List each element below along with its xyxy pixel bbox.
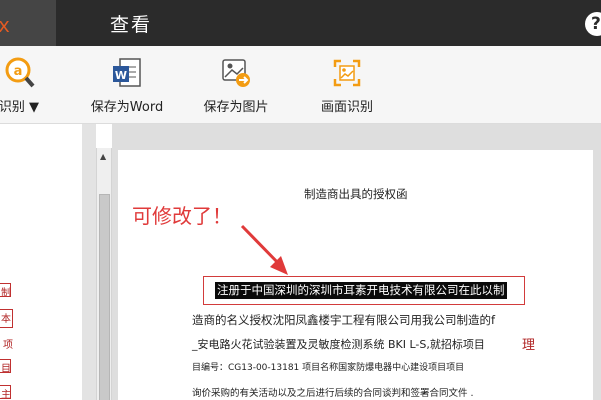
scroll-up-icon[interactable]: ▲ [100, 152, 106, 161]
screen-recognition-button[interactable]: 画面识别 [318, 56, 376, 115]
selection-box [0, 283, 11, 297]
selection-box [0, 309, 13, 328]
doc-line: 目编号：CG13-00-13181 项目名称国家防爆电器中心建设项目项目 [192, 363, 465, 373]
ocr-button[interactable]: a 识别 ▼ [0, 56, 44, 115]
toolbar: a 识别 ▼ W 保存为Word 保存为图片 画面识别 [0, 46, 601, 124]
screen-recognition-icon [330, 56, 364, 90]
tab-active-label: ｘ [0, 13, 14, 37]
scrollbar-thumb[interactable] [99, 194, 110, 400]
highlighted-line[interactable]: 注册于中国深圳的深圳市耳素开电技术有限公司在此以制 [215, 282, 507, 299]
save-as-word-label: 保存为Word [90, 100, 164, 115]
doc-line-tail: 理 [522, 338, 536, 353]
svg-text:W: W [115, 69, 127, 82]
tab-active[interactable]: ｘ [0, 0, 56, 46]
doc-line: 造商的名义授权沈阳凤鑫楼宇工程有限公司用我公司制造的f [192, 313, 496, 327]
doc-line: 询价采购的有关活动以及之后进行后续的合同谈判和签署合同文件 . [192, 388, 474, 399]
ocr-icon: a [2, 56, 36, 90]
doc-line: _安电路火花试验装置及灵敏度检测系统 BKI L-S,就招标项目 [192, 338, 485, 351]
image-export-icon [219, 56, 253, 90]
left-margin-char: 项 [3, 340, 13, 351]
tab-view[interactable]: 查看 [110, 10, 152, 37]
selection-box [0, 385, 11, 399]
left-pane-shadow [82, 124, 96, 400]
save-as-image-label: 保存为图片 [203, 100, 269, 115]
screen-recognition-label: 画面识别 [320, 100, 373, 115]
top-bar: ｘ 查看 ? [0, 0, 601, 46]
vertical-scrollbar[interactable]: ▲ [96, 148, 112, 400]
save-as-word-button[interactable]: W 保存为Word [84, 56, 170, 115]
word-document-icon: W [110, 56, 144, 90]
save-as-image-button[interactable]: 保存为图片 [200, 56, 272, 115]
help-button[interactable]: ? [585, 12, 601, 36]
svg-text:a: a [14, 64, 23, 79]
selection-box [0, 359, 11, 373]
ocr-label: 识别 ▼ [0, 100, 40, 115]
document-page: 制造商出具的授权函 可修改了！ 注册于中国深圳的深圳市耳素开电技术有限公司在此以… [118, 150, 593, 400]
